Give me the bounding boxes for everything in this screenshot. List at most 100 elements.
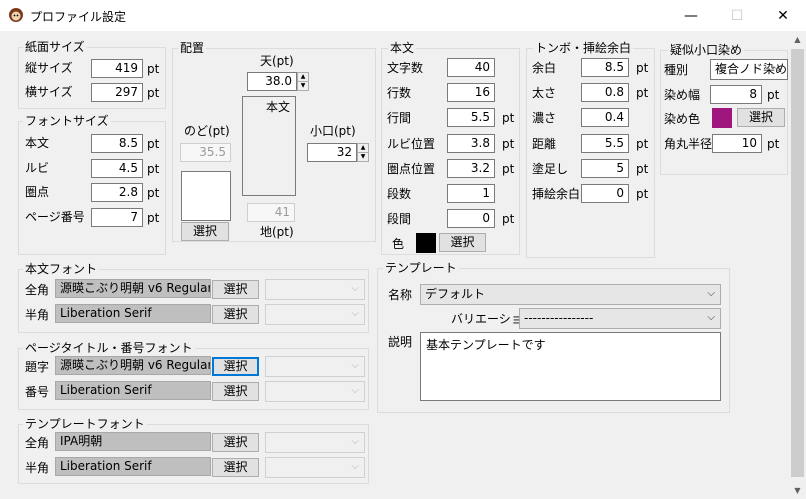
- body-color-select-button[interactable]: 選択: [439, 233, 486, 252]
- unit-label: pt: [502, 111, 515, 125]
- edge-width-label: 染め幅: [664, 88, 701, 102]
- page-font-num-value: Liberation Serif: [55, 381, 211, 400]
- ruby-pos-label: ルビ位置: [387, 137, 436, 151]
- fore-edge-input[interactable]: 32: [307, 143, 357, 162]
- tombo-dark-input[interactable]: 0.4: [581, 108, 629, 127]
- chevron-down-icon: ⌵: [707, 288, 715, 299]
- spin-down-icon[interactable]: ▼: [358, 153, 368, 161]
- fore-edge-spinner[interactable]: ▲ ▼: [357, 143, 369, 162]
- page-font-title-value: 源暎こぶり明朝 v6 Regular: [55, 356, 211, 375]
- unit-label: pt: [636, 61, 649, 75]
- body-font-half-select-button[interactable]: 選択: [212, 305, 259, 324]
- page-font-title-select-button[interactable]: 選択: [212, 357, 259, 376]
- columns-label: 段数: [387, 187, 412, 201]
- body-font-half-value: Liberation Serif: [55, 304, 211, 323]
- tombo-dist-input[interactable]: 5.5: [581, 134, 629, 153]
- tombo-dark-label: 濃さ: [532, 111, 557, 125]
- bleed-input[interactable]: 5: [581, 159, 629, 178]
- chevron-down-icon: ⌵: [774, 63, 782, 74]
- spin-up-icon[interactable]: ▲: [358, 144, 368, 153]
- chevron-down-icon: ⌵: [351, 283, 359, 294]
- body-color-label: 色: [392, 237, 405, 251]
- dot-pos-label: 圏点位置: [387, 162, 436, 176]
- columns-input[interactable]: 1: [447, 184, 495, 203]
- tombo-dist-label: 距離: [532, 137, 557, 151]
- template-font-half-style-select[interactable]: ⌵: [265, 457, 365, 478]
- page-font-label: ページタイトル・番号フォント: [23, 341, 195, 355]
- template-font-full-select-button[interactable]: 選択: [212, 433, 259, 452]
- template-label: テンプレート: [383, 261, 459, 275]
- tombo-margin-input[interactable]: 8.5: [581, 58, 629, 77]
- unit-label: pt: [636, 187, 649, 201]
- tombo-thick-input[interactable]: 0.8: [581, 83, 629, 102]
- unit-label: pt: [767, 88, 780, 102]
- minimize-button[interactable]: —: [668, 0, 714, 31]
- page-font-num-style-select[interactable]: ⌵: [265, 381, 365, 402]
- body-font-full-select-button[interactable]: 選択: [212, 280, 259, 299]
- font-size-label: フォントサイズ: [23, 114, 111, 128]
- chevron-down-icon: ⌵: [707, 312, 715, 323]
- edge-width-input[interactable]: 8: [710, 85, 762, 104]
- dot-pos-input[interactable]: 3.2: [447, 159, 495, 178]
- chevron-down-icon: ⌵: [351, 360, 359, 371]
- gutter-input[interactable]: 35.5: [180, 143, 231, 162]
- line-spacing-label: 行間: [387, 111, 412, 125]
- paper-width-input[interactable]: 297: [91, 83, 143, 102]
- chars-label: 文字数: [387, 61, 424, 75]
- edge-type-label: 種別: [664, 63, 689, 77]
- body-font-full-label: 全角: [25, 283, 50, 297]
- vertical-scrollbar[interactable]: ▲ ▼: [789, 31, 806, 499]
- chars-input[interactable]: 40: [447, 58, 495, 77]
- edge-type-select[interactable]: 複合ノド染め ⌵: [710, 59, 788, 80]
- scroll-down-icon[interactable]: ▼: [789, 482, 806, 499]
- template-name-select[interactable]: デフォルト ⌵: [420, 284, 721, 305]
- chevron-down-icon: ⌵: [351, 436, 359, 447]
- maximize-button[interactable]: ☐: [714, 0, 760, 31]
- dot-size-input[interactable]: 2.8: [91, 183, 143, 202]
- illust-margin-input[interactable]: 0: [581, 184, 629, 203]
- scroll-thumb[interactable]: [791, 49, 804, 477]
- window-title: プロファイル設定: [30, 10, 127, 24]
- layout-select-button[interactable]: 選択: [181, 222, 229, 241]
- edge-color-select-button[interactable]: 選択: [737, 108, 785, 127]
- page-font-num-select-button[interactable]: 選択: [212, 382, 259, 401]
- spin-up-icon[interactable]: ▲: [298, 73, 308, 82]
- page-num-size-label: ページ番号: [25, 210, 85, 224]
- close-button[interactable]: ✕: [760, 0, 806, 31]
- chevron-down-icon: ⌵: [351, 461, 359, 472]
- unit-label: pt: [636, 162, 649, 176]
- body-font-full-style-select[interactable]: ⌵: [265, 279, 365, 300]
- bottom-margin-input[interactable]: 41: [247, 203, 295, 222]
- top-margin-spinner[interactable]: ▲ ▼: [297, 72, 309, 91]
- body-size-input[interactable]: 8.5: [91, 134, 143, 153]
- illust-margin-label: 挿絵余白: [532, 187, 581, 201]
- description-label: 説明: [388, 335, 413, 349]
- body-font-full-value: 源暎こぶり明朝 v6 Regular: [55, 279, 211, 298]
- maximize-icon: ☐: [730, 7, 744, 24]
- scroll-up-icon[interactable]: ▲: [789, 31, 806, 48]
- template-name-value: デフォルト: [425, 287, 486, 301]
- template-font-half-select-button[interactable]: 選択: [212, 458, 259, 477]
- description-textarea[interactable]: 基本テンプレートです: [420, 332, 721, 401]
- column-gap-input[interactable]: 0: [447, 209, 495, 228]
- variation-select[interactable]: ---------------- ⌵: [519, 308, 721, 329]
- page-font-title-style-select[interactable]: ⌵: [265, 356, 365, 377]
- line-spacing-input[interactable]: 5.5: [447, 108, 495, 127]
- spin-down-icon[interactable]: ▼: [298, 82, 308, 90]
- corner-radius-input[interactable]: 10: [712, 134, 762, 153]
- app-icon: [9, 8, 23, 22]
- unit-label: pt: [636, 137, 649, 151]
- unit-label: pt: [147, 162, 160, 176]
- unit-label: pt: [502, 137, 515, 151]
- page-num-size-input[interactable]: 7: [91, 208, 143, 227]
- body-font-half-style-select[interactable]: ⌵: [265, 304, 365, 325]
- lines-input[interactable]: 16: [447, 83, 495, 102]
- unit-label: pt: [147, 211, 160, 225]
- paper-height-input[interactable]: 419: [91, 59, 143, 78]
- title-bar: プロファイル設定 — ☐ ✕: [0, 0, 806, 31]
- ruby-pos-input[interactable]: 3.8: [447, 134, 495, 153]
- body-font-half-label: 半角: [25, 308, 50, 322]
- top-margin-input[interactable]: 38.0: [247, 72, 297, 91]
- template-font-full-style-select[interactable]: ⌵: [265, 432, 365, 453]
- ruby-size-input[interactable]: 4.5: [91, 159, 143, 178]
